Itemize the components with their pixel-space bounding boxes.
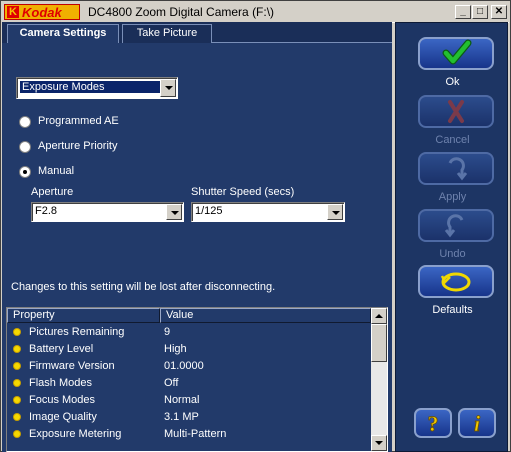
svg-text:?: ? [428, 411, 439, 436]
kodak-wordmark: Kodak [22, 5, 62, 20]
table-row[interactable]: Exposure Metering Multi-Pattern [7, 427, 371, 444]
aperture-dropdown[interactable]: F2.8 [31, 202, 184, 222]
chevron-down-icon[interactable] [166, 204, 182, 220]
chevron-down-icon[interactable] [327, 204, 343, 220]
property-name: Battery Level [29, 343, 94, 355]
property-value: 3.1 MP [164, 411, 199, 423]
table-row[interactable]: Image Quality 3.1 MP [7, 410, 371, 427]
close-button[interactable]: ✕ [491, 5, 507, 19]
action-panel: Ok Cancel Apply Undo Defaults ? i [395, 22, 508, 452]
property-value: Multi-Pattern [164, 428, 227, 440]
property-value: Normal [164, 394, 200, 406]
undo-arrow-icon [444, 214, 464, 238]
ok-button[interactable] [418, 37, 494, 70]
cancel-button[interactable] [418, 95, 494, 128]
bullet-icon [13, 328, 21, 336]
help-button[interactable]: ? [414, 408, 452, 438]
property-name: Exposure Metering [29, 428, 122, 440]
title-bar[interactable]: K Kodak DC4800 Zoom Digital Camera (F:\)… [2, 2, 509, 23]
scroll-down-button[interactable] [371, 435, 387, 451]
minimize-button[interactable]: _ [455, 5, 471, 19]
radio-label: Manual [38, 165, 75, 177]
kodak-logo: K Kodak [4, 4, 80, 20]
radio-button[interactable] [19, 141, 31, 153]
shutter-speed-value: 1/125 [195, 205, 223, 217]
radio-button[interactable] [19, 116, 31, 128]
info-button[interactable]: i [458, 408, 496, 438]
shutter-speed-label: Shutter Speed (secs) [191, 186, 295, 198]
table-row[interactable]: Firmware Version 01.0000 [7, 359, 371, 376]
bullet-icon [13, 362, 21, 370]
property-value: High [164, 343, 187, 355]
camera-settings-page: Exposure Modes Programmed AE Aperture Pr… [6, 44, 388, 302]
table-row[interactable]: Battery Level High [7, 342, 371, 359]
undo-label: Undo [439, 248, 466, 260]
svg-text:i: i [474, 411, 481, 436]
kodak-k-mark: K [7, 6, 19, 18]
property-list-header: Property Value [7, 308, 371, 324]
radio-button-selected[interactable] [19, 166, 31, 178]
checkmark-icon [442, 39, 472, 65]
table-row[interactable]: Focus Modes Normal [7, 393, 371, 410]
table-row[interactable]: Flash Modes Off [7, 376, 371, 393]
tab-strip: Camera Settings Take Picture [2, 22, 392, 43]
window-title: DC4800 Zoom Digital Camera (F:\) [88, 5, 275, 19]
column-header-value[interactable]: Value [160, 308, 371, 323]
vertical-scrollbar[interactable] [371, 308, 387, 451]
settings-panel: Camera Settings Take Picture Exposure Mo… [2, 22, 392, 452]
property-name: Focus Modes [29, 394, 96, 406]
scroll-thumb[interactable] [371, 324, 387, 362]
bullet-icon [13, 413, 21, 421]
question-mark-icon: ? [427, 411, 439, 437]
property-name: Firmware Version [29, 360, 115, 372]
scroll-up-button[interactable] [371, 308, 387, 324]
radio-label: Aperture Priority [38, 140, 118, 152]
undo-button[interactable] [418, 209, 494, 242]
tab-camera-settings[interactable]: Camera Settings [7, 24, 119, 43]
reset-circle-icon [440, 272, 471, 292]
bullet-icon [13, 396, 21, 404]
apply-arrow-icon [448, 157, 468, 181]
bullet-icon [13, 379, 21, 387]
property-name: Image Quality [29, 411, 97, 423]
property-value: 9 [164, 326, 171, 338]
aperture-value: F2.8 [35, 205, 58, 217]
property-name: Flash Modes [29, 377, 92, 389]
property-list[interactable]: Property Value Pictures Remaining 9 Batt… [6, 307, 388, 452]
cancel-label: Cancel [435, 134, 470, 146]
shutter-speed-dropdown[interactable]: 1/125 [191, 202, 345, 222]
aperture-label: Aperture [31, 186, 74, 198]
property-value: 01.0000 [164, 360, 204, 372]
apply-label: Apply [438, 191, 467, 203]
x-cancel-icon [448, 100, 464, 123]
defaults-button[interactable] [418, 265, 494, 298]
disconnect-notice: Changes to this setting will be lost aft… [11, 281, 276, 293]
setting-category-value: Exposure Modes [20, 81, 160, 93]
defaults-label: Defaults [432, 304, 473, 316]
bullet-icon [13, 345, 21, 353]
camera-window: K Kodak DC4800 Zoom Digital Camera (F:\)… [0, 0, 511, 452]
info-icon: i [474, 411, 482, 437]
tab-take-picture[interactable]: Take Picture [122, 24, 212, 43]
radio-label: Programmed AE [38, 115, 119, 127]
property-value: Off [164, 377, 179, 389]
chevron-down-icon[interactable] [160, 79, 176, 97]
setting-category-dropdown[interactable]: Exposure Modes [16, 77, 178, 99]
table-row[interactable]: Pictures Remaining 9 [7, 325, 371, 342]
bullet-icon [13, 430, 21, 438]
maximize-button[interactable]: □ [472, 5, 488, 19]
property-name: Pictures Remaining [29, 326, 125, 338]
ok-label: Ok [445, 76, 460, 88]
tab-divider [212, 42, 392, 43]
apply-button[interactable] [418, 152, 494, 185]
column-header-property[interactable]: Property [7, 308, 160, 323]
